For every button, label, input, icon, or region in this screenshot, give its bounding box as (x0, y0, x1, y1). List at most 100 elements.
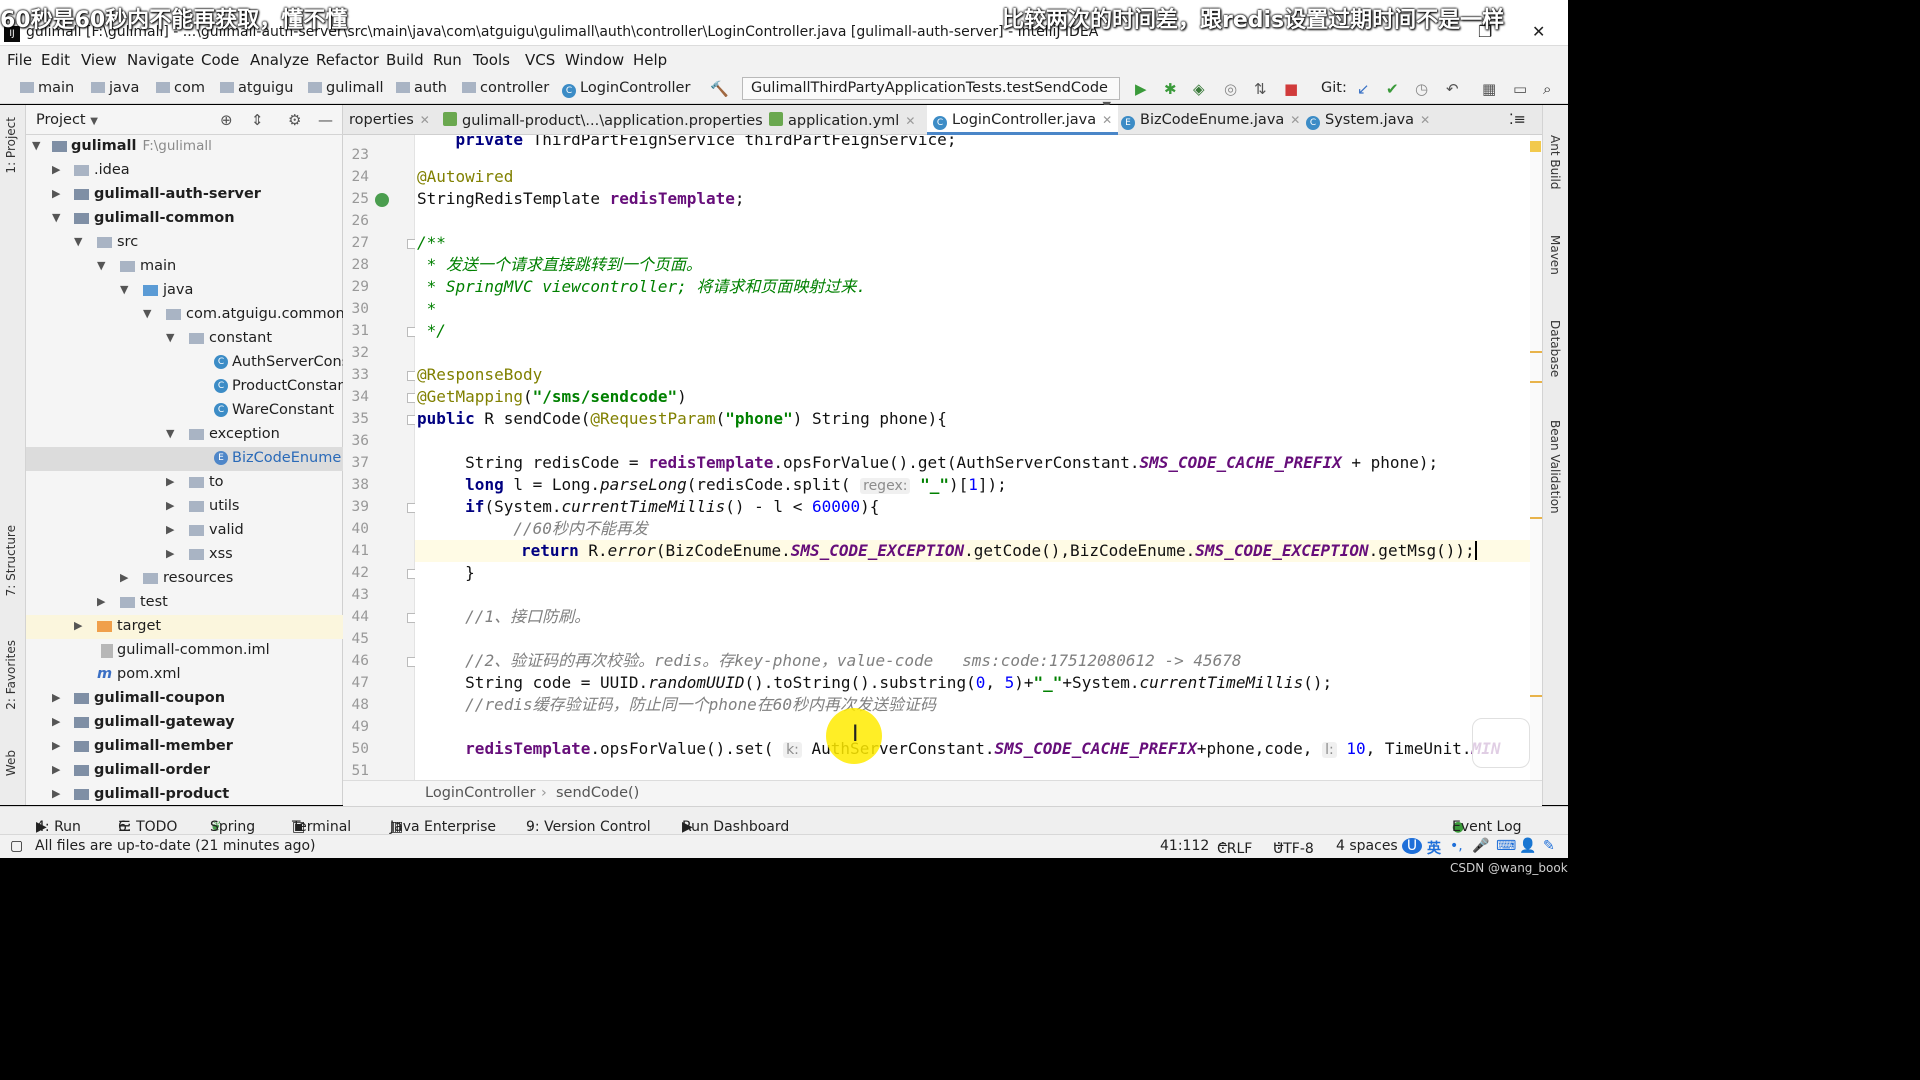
close-icon[interactable]: ✕ (1420, 113, 1430, 127)
ime-keyboard-icon[interactable]: ⌨ (1496, 838, 1516, 854)
tree-item-java[interactable]: ▼ java (26, 279, 343, 303)
video-overlay-button[interactable] (1472, 718, 1530, 768)
menu-run[interactable]: Run (433, 51, 462, 69)
tree-item-src[interactable]: ▼ src (26, 231, 343, 255)
warning-marker[interactable] (1530, 381, 1542, 383)
menu-file[interactable]: File (7, 51, 32, 69)
run-configuration-select[interactable]: GulimallThirdPartyApplicationTests.testS… (742, 77, 1120, 112)
close-icon[interactable]: ✕ (1290, 113, 1300, 127)
ime-tools-icon[interactable]: ✎ (1543, 838, 1555, 854)
tree-item-target[interactable]: ▶ target (26, 615, 343, 639)
tree-item-gulimall-auth-server[interactable]: ▶ gulimall-auth-server (26, 183, 343, 207)
tree-item-pom-xml[interactable]: m pom.xml (26, 663, 343, 687)
nav-crumb-com[interactable]: com (156, 80, 205, 96)
profile-icon[interactable]: ◎ (1224, 80, 1237, 98)
tree-item-authserverconst[interactable]: C AuthServerConst (26, 351, 343, 375)
caret-position[interactable]: 41:112 (1160, 838, 1209, 854)
tab-structure[interactable]: 7: Structure (4, 525, 18, 596)
menu-tools[interactable]: Tools (473, 51, 510, 69)
menu-refactor[interactable]: Refactor (316, 51, 379, 69)
menu-code[interactable]: Code (201, 51, 239, 69)
git-commit-icon[interactable]: ✔ (1386, 80, 1399, 98)
tree-item-gulimall-coupon[interactable]: ▶ gulimall-coupon (26, 687, 343, 711)
tree-item-gulimall-gateway[interactable]: ▶ gulimall-gateway (26, 711, 343, 735)
tab-favorites[interactable]: 2: Favorites (4, 640, 18, 710)
breadcrumb-class[interactable]: LoginController (425, 785, 535, 801)
tree-item-utils[interactable]: ▶ utils (26, 495, 343, 519)
close-icon[interactable]: ✕ (905, 114, 915, 128)
git-update-icon[interactable]: ↙ (1357, 80, 1370, 98)
tree-item-gulimall-common-iml[interactable]: gulimall-common.iml (26, 639, 343, 663)
tab-ant-build[interactable]: Ant Build (1548, 135, 1562, 189)
tab-bizcodeenume-java[interactable]: E BizCodeEnume.java ✕ (1115, 105, 1306, 135)
tree-item-main[interactable]: ▼ main (26, 255, 343, 279)
nav-crumb-gulimall[interactable]: gulimall (308, 80, 384, 96)
analysis-status-icon[interactable] (1530, 141, 1541, 152)
tab-project[interactable]: 1: Project (4, 117, 18, 174)
tree-item-wareconstant[interactable]: C WareConstant (26, 399, 343, 423)
nav-crumb-controller[interactable]: controller (462, 80, 549, 96)
run-icon[interactable]: ▶ (1135, 80, 1147, 98)
project-structure-icon[interactable]: ▦ (1482, 80, 1496, 98)
menu-vcs[interactable]: VCS (525, 51, 555, 69)
gear-icon[interactable]: ⚙ (288, 111, 301, 129)
locate-target-icon[interactable]: ⊕ (220, 111, 233, 129)
menu-navigate[interactable]: Navigate (127, 51, 194, 69)
menu-view[interactable]: View (81, 51, 117, 69)
tab-system-java[interactable]: C System.java ✕ (1300, 105, 1436, 135)
close-icon[interactable]: ✕ (420, 113, 430, 127)
search-everywhere-icon[interactable]: ⌕ (1543, 80, 1551, 98)
close-window-icon[interactable]: ✕ (1532, 22, 1545, 41)
collapse-all-icon[interactable]: ⇕ (251, 111, 264, 129)
tree-item-com-atguigu-common[interactable]: ▼ com.atguigu.common (26, 303, 343, 327)
ime-user-icon[interactable]: 👤 (1519, 838, 1536, 854)
tab-logincontroller-java[interactable]: C LoginController.java ✕ (927, 105, 1119, 135)
ime-punct-icon[interactable]: •, (1450, 838, 1463, 854)
nav-crumb-main[interactable]: main (20, 80, 74, 96)
menu-window[interactable]: Window (565, 51, 624, 69)
tree-item-gulimall-common[interactable]: ▼ gulimall-common (26, 207, 343, 231)
tree-item-gulimall[interactable]: ▼ gulimall F:\gulimall (26, 135, 343, 159)
menu-build[interactable]: Build (386, 51, 424, 69)
menu-help[interactable]: Help (633, 51, 667, 69)
attach-debugger-icon[interactable]: ⇅ (1254, 80, 1267, 98)
sdk-icon[interactable]: ▭ (1513, 80, 1527, 98)
tree-item-idea[interactable]: ▶ .idea (26, 159, 343, 183)
tree-item-exception[interactable]: ▼ exception (26, 423, 343, 447)
tab-maven[interactable]: Maven (1548, 235, 1562, 275)
line-separator[interactable]: CRLF ÷ (1217, 838, 1252, 857)
tree-item-xss[interactable]: ▶ xss (26, 543, 343, 567)
ime-language[interactable]: 英 (1427, 838, 1441, 858)
tree-item-resources[interactable]: ▶ resources (26, 567, 343, 591)
ime-logo-icon[interactable]: U (1402, 838, 1422, 854)
tab-application-yml[interactable]: application.yml ✕ (763, 105, 921, 135)
breadcrumb-method[interactable]: sendCode() (556, 785, 639, 801)
tab-bean-validation[interactable]: Bean Validation (1548, 420, 1562, 514)
tab-roperties[interactable]: roperties ✕ (343, 105, 436, 135)
git-history-icon[interactable]: ◷ (1415, 80, 1428, 98)
warning-marker[interactable] (1530, 517, 1542, 519)
build-hammer-icon[interactable]: 🔨 (710, 80, 729, 98)
menu-edit[interactable]: Edit (41, 51, 70, 69)
debug-icon[interactable]: ✱ (1164, 80, 1177, 98)
tree-item-bizcodeenume[interactable]: E BizCodeEnume (26, 447, 343, 471)
nav-crumb-logincontroller[interactable]: C LoginController (562, 80, 690, 98)
ime-voice-icon[interactable]: 🎤 (1472, 838, 1489, 854)
code-editor[interactable]: private ThirdPartFeignService thirdPartF… (415, 135, 1530, 780)
tab-web[interactable]: Web (4, 750, 18, 776)
tree-item-valid[interactable]: ▶ valid (26, 519, 343, 543)
close-icon[interactable]: ✕ (1102, 113, 1112, 127)
status-panel-icon[interactable]: ▢ (10, 838, 23, 854)
warning-marker[interactable] (1530, 695, 1542, 697)
indent-setting[interactable]: 4 spaces (1336, 838, 1398, 854)
project-view-select[interactable]: Project ▼ (36, 112, 98, 128)
tree-item-test[interactable]: ▶ test (26, 591, 343, 615)
tree-item-gulimall-member[interactable]: ▶ gulimall-member (26, 735, 343, 759)
editor-scrollbar[interactable] (1530, 135, 1542, 780)
nav-crumb-auth[interactable]: auth (396, 80, 447, 96)
warning-marker[interactable] (1530, 351, 1542, 353)
nav-crumb-atguigu[interactable]: atguigu (220, 80, 293, 96)
tree-item-to[interactable]: ▶ to (26, 471, 343, 495)
tree-item-constant[interactable]: ▼ constant (26, 327, 343, 351)
tab-list-menu[interactable]: ⁚≡ (1503, 105, 1532, 135)
